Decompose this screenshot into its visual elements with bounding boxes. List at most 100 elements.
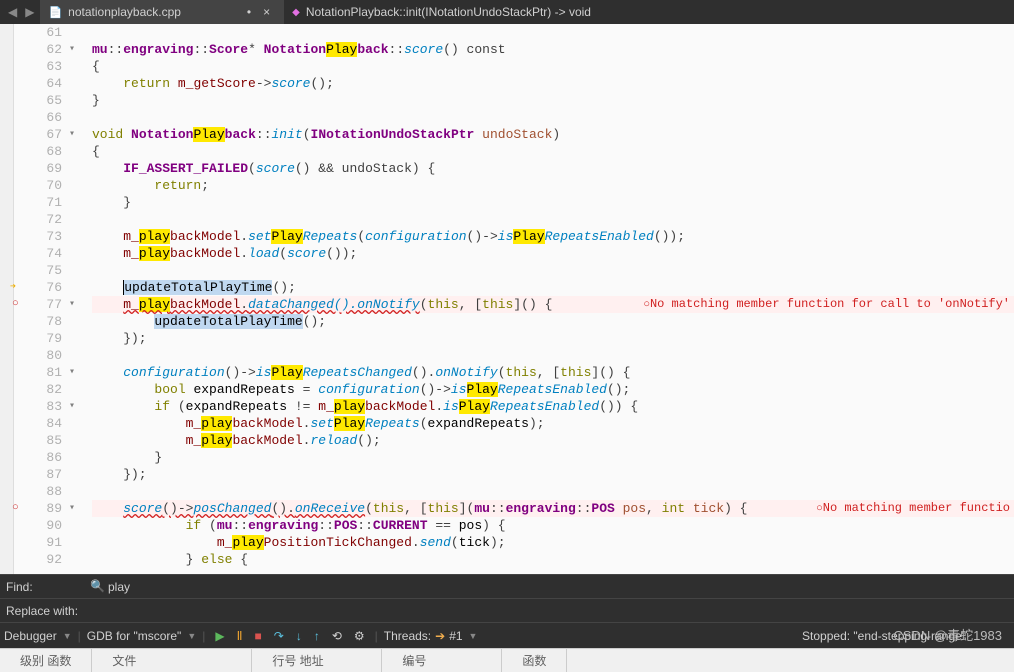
replace-input[interactable] bbox=[84, 600, 1014, 622]
gutter-line[interactable]: 64 bbox=[14, 75, 78, 92]
gutter-line[interactable]: 72 bbox=[14, 211, 78, 228]
code-area[interactable]: mu::engraving::Score* NotationPlayback::… bbox=[84, 24, 1014, 574]
gutter-line[interactable]: 90 bbox=[14, 517, 78, 534]
gutter-line[interactable]: 74 bbox=[14, 245, 78, 262]
gutter: 6162▾6364656667▾6869707172737475➔76○77▾7… bbox=[14, 24, 84, 574]
code-line[interactable] bbox=[92, 24, 1014, 41]
dropdown-icon[interactable]: ▼ bbox=[467, 631, 478, 641]
step-out-icon[interactable]: ↑ bbox=[310, 629, 324, 643]
gutter-line[interactable]: ○89▾ bbox=[14, 500, 78, 517]
gutter-line[interactable]: ○77▾ bbox=[14, 296, 78, 313]
breakpoint-icon[interactable]: ○ bbox=[12, 296, 19, 313]
breakpoint-icon[interactable]: ○ bbox=[12, 500, 19, 517]
code-line[interactable]: m_playbackModel.setPlayRepeats(configura… bbox=[92, 228, 1014, 245]
gutter-line[interactable]: 65 bbox=[14, 92, 78, 109]
gutter-line[interactable]: 85 bbox=[14, 432, 78, 449]
find-input[interactable] bbox=[84, 576, 1014, 598]
gutter-line[interactable]: 92 bbox=[14, 551, 78, 568]
code-line[interactable]: updateTotalPlayTime(); bbox=[92, 279, 1014, 296]
code-line[interactable]: } bbox=[92, 92, 1014, 109]
code-line[interactable]: }); bbox=[92, 466, 1014, 483]
code-line[interactable]: bool expandRepeats = configuration()->is… bbox=[92, 381, 1014, 398]
dropdown-icon[interactable]: ▼ bbox=[61, 631, 72, 641]
code-line[interactable]: void NotationPlayback::init(INotationUnd… bbox=[92, 126, 1014, 143]
code-line[interactable]: configuration()->isPlayRepeatsChanged().… bbox=[92, 364, 1014, 381]
dropdown-icon[interactable]: ▼ bbox=[185, 631, 196, 641]
editor-top-bar: ◀ ▶ 📄 notationplayback.cpp • × ◆ Notatio… bbox=[0, 0, 1014, 24]
code-line[interactable]: if (expandRepeats != m_playbackModel.isP… bbox=[92, 398, 1014, 415]
code-line[interactable]: mu::engraving::Score* NotationPlayback::… bbox=[92, 41, 1014, 58]
nav-forward-icon[interactable]: ▶ bbox=[25, 5, 34, 19]
restart-icon[interactable]: ⟲ bbox=[328, 629, 346, 643]
code-line[interactable]: updateTotalPlayTime(); bbox=[92, 313, 1014, 330]
code-line[interactable] bbox=[92, 347, 1014, 364]
gutter-line[interactable]: 73 bbox=[14, 228, 78, 245]
code-line[interactable]: { bbox=[92, 58, 1014, 75]
tab-line[interactable]: 行号 地址 bbox=[252, 649, 382, 672]
code-line[interactable]: { bbox=[92, 143, 1014, 160]
code-line[interactable] bbox=[92, 262, 1014, 279]
gutter-line[interactable]: 79 bbox=[14, 330, 78, 347]
continue-icon[interactable]: ▶ bbox=[211, 629, 228, 643]
tab-num[interactable]: 编号 bbox=[382, 649, 502, 672]
gutter-line[interactable]: 75 bbox=[14, 262, 78, 279]
code-line[interactable]: m_playbackModel.load(score()); bbox=[92, 245, 1014, 262]
gutter-line[interactable]: 81▾ bbox=[14, 364, 78, 381]
gutter-line[interactable]: 82 bbox=[14, 381, 78, 398]
code-line[interactable] bbox=[92, 483, 1014, 500]
code-line[interactable]: }); bbox=[92, 330, 1014, 347]
gutter-line[interactable]: ➔76 bbox=[14, 279, 78, 296]
code-line[interactable]: } else { bbox=[92, 551, 1014, 568]
gutter-line[interactable]: 68 bbox=[14, 143, 78, 160]
gdb-selector[interactable]: GDB for "mscore" bbox=[87, 629, 182, 643]
thread-value[interactable]: #1 bbox=[449, 629, 462, 643]
code-line[interactable]: } bbox=[92, 194, 1014, 211]
code-line[interactable]: return m_getScore->score(); bbox=[92, 75, 1014, 92]
file-tab[interactable]: 📄 notationplayback.cpp • × bbox=[40, 0, 284, 24]
code-line[interactable]: m_playbackModel.reload(); bbox=[92, 432, 1014, 449]
tab-level[interactable]: 级别 函数 bbox=[0, 649, 92, 672]
gutter-line[interactable]: 70 bbox=[14, 177, 78, 194]
gutter-line[interactable]: 91 bbox=[14, 534, 78, 551]
error-message: ○No matching member function for call to… bbox=[643, 296, 1010, 314]
code-line[interactable] bbox=[92, 109, 1014, 126]
gutter-line[interactable]: 71 bbox=[14, 194, 78, 211]
code-line[interactable] bbox=[92, 211, 1014, 228]
gutter-line[interactable]: 66 bbox=[14, 109, 78, 126]
gutter-line[interactable]: 67▾ bbox=[14, 126, 78, 143]
stop-icon[interactable]: ■ bbox=[251, 629, 266, 643]
gutter-line[interactable]: 61 bbox=[14, 24, 78, 41]
gutter-line[interactable]: 83▾ bbox=[14, 398, 78, 415]
replace-label: Replace with: bbox=[0, 604, 84, 618]
gutter-line[interactable]: 87 bbox=[14, 466, 78, 483]
step-into-icon[interactable]: ↓ bbox=[292, 629, 306, 643]
code-line[interactable]: m_playPositionTickChanged.send(tick); bbox=[92, 534, 1014, 551]
code-line[interactable]: m_playbackModel.setPlayRepeats(expandRep… bbox=[92, 415, 1014, 432]
code-line[interactable]: m_playbackModel.dataChanged().onNotify(t… bbox=[92, 296, 1014, 313]
debugger-label[interactable]: Debugger bbox=[4, 629, 57, 643]
code-line[interactable]: IF_ASSERT_FAILED(score() && undoStack) { bbox=[92, 160, 1014, 177]
gutter-line[interactable]: 78 bbox=[14, 313, 78, 330]
gutter-line[interactable]: 86 bbox=[14, 449, 78, 466]
gutter-line[interactable]: 63 bbox=[14, 58, 78, 75]
tab-file[interactable]: 文件 bbox=[92, 649, 252, 672]
pause-icon[interactable]: Ⅱ bbox=[233, 629, 247, 643]
gutter-line[interactable]: 80 bbox=[14, 347, 78, 364]
tab-func[interactable]: 函数 bbox=[502, 649, 567, 672]
cpp-file-icon: 📄 bbox=[48, 6, 62, 19]
code-line[interactable]: return; bbox=[92, 177, 1014, 194]
code-line[interactable]: } bbox=[92, 449, 1014, 466]
code-line[interactable]: if (mu::engraving::POS::CURRENT == pos) … bbox=[92, 517, 1014, 534]
code-editor: 6162▾6364656667▾6869707172737475➔76○77▾7… bbox=[0, 24, 1014, 574]
arrow-icon: ➔ bbox=[435, 629, 445, 643]
step-over-icon[interactable]: ↷ bbox=[270, 629, 288, 643]
gutter-line[interactable]: 88 bbox=[14, 483, 78, 500]
tool-icon[interactable]: ⚙ bbox=[350, 629, 369, 643]
gutter-line[interactable]: 69 bbox=[14, 160, 78, 177]
tab-close-icon[interactable]: × bbox=[257, 5, 276, 19]
code-line[interactable]: score()->posChanged().onReceive(this, [t… bbox=[92, 500, 1014, 517]
gutter-line[interactable]: 84 bbox=[14, 415, 78, 432]
gutter-line[interactable]: 62▾ bbox=[14, 41, 78, 58]
nav-back-icon[interactable]: ◀ bbox=[8, 5, 17, 19]
breadcrumb[interactable]: ◆ NotationPlayback::init(INotationUndoSt… bbox=[284, 5, 599, 19]
